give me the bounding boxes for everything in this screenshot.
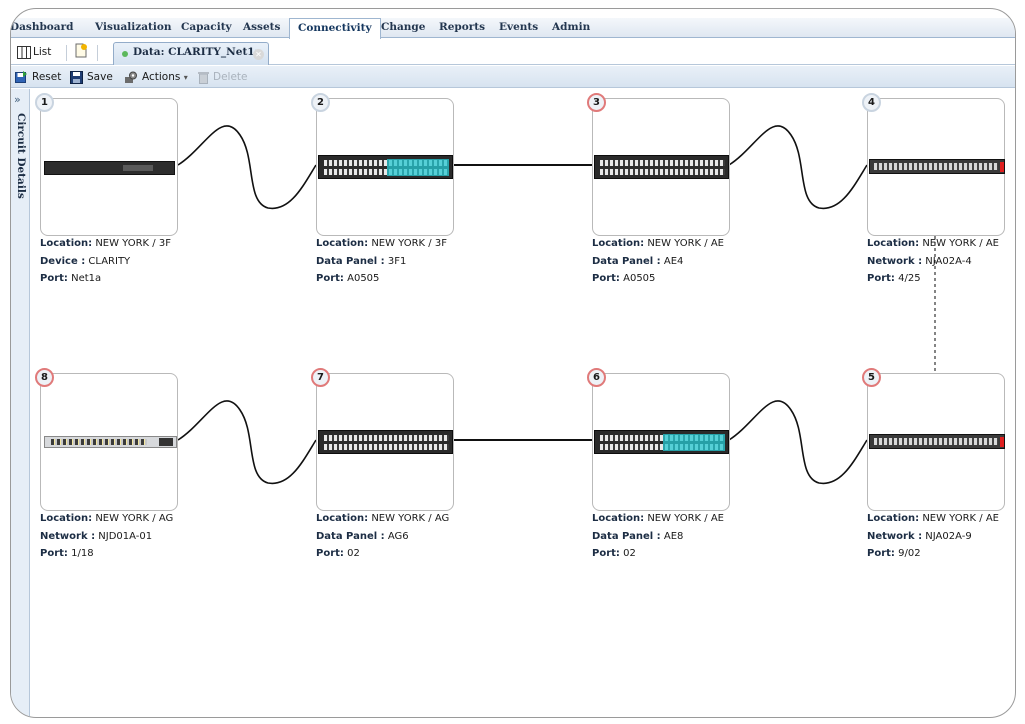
save-button[interactable]: Save xyxy=(70,68,113,86)
circuit-node-7[interactable]: 7 xyxy=(311,368,454,511)
circuit-node-4[interactable]: 4 xyxy=(862,93,1005,236)
nav-connectivity[interactable]: Connectivity xyxy=(289,18,381,39)
network-switch-icon xyxy=(44,436,177,448)
step-badge: 2 xyxy=(311,93,330,112)
toolbar: Reset Save Actions ▾ Delete xyxy=(11,66,1015,88)
status-dot-icon xyxy=(122,51,128,57)
circuit-node-2[interactable]: 2 xyxy=(311,93,454,236)
nav-assets[interactable]: Assets xyxy=(243,18,280,38)
step-badge: 4 xyxy=(862,93,881,112)
network-switch-icon xyxy=(869,434,1005,449)
close-icon[interactable]: ✕ xyxy=(253,49,264,60)
step-badge: 3 xyxy=(587,93,606,112)
node-7-details: Location: NEW YORK / AG Data Panel : AG6… xyxy=(316,513,450,559)
server-icon xyxy=(44,161,175,175)
circuit-node-8[interactable]: 8 xyxy=(35,368,178,511)
top-nav: Dashboard Visualization Capacity Assets … xyxy=(11,18,1015,39)
tab-label: Data: CLARITY_Net1a xyxy=(133,46,262,58)
save-label: Save xyxy=(87,71,113,83)
nav-dashboard[interactable]: Dashboard xyxy=(11,18,73,38)
patch-panel-icon xyxy=(318,155,453,179)
list-view-button[interactable]: List xyxy=(17,43,51,61)
list-label: List xyxy=(33,46,52,58)
actions-label: Actions xyxy=(142,71,181,83)
step-badge: 5 xyxy=(862,368,881,387)
step-badge: 6 xyxy=(587,368,606,387)
delete-button[interactable]: Delete xyxy=(198,68,248,86)
panel-title: Circuit Details xyxy=(15,113,27,199)
node-8-details: Location: NEW YORK / AG Network : NJD01A… xyxy=(40,513,174,559)
reset-icon xyxy=(15,71,27,83)
nav-reports[interactable]: Reports xyxy=(439,18,485,38)
reset-label: Reset xyxy=(32,71,62,83)
patch-panel-icon xyxy=(318,430,453,454)
delete-label: Delete xyxy=(213,71,248,83)
node-4-details: Location: NEW YORK / AE Network : NJA02A… xyxy=(867,238,1000,284)
new-tab-button[interactable] xyxy=(74,43,88,61)
node-6-details: Location: NEW YORK / AE Data Panel : AE8… xyxy=(592,513,725,559)
node-2-details: Location: NEW YORK / 3F Data Panel : 3F1… xyxy=(316,238,447,284)
expand-icon[interactable]: » xyxy=(14,93,21,106)
node-1-details: Location: NEW YORK / 3F Device : CLARITY… xyxy=(40,238,171,284)
node-5-details: Location: NEW YORK / AE Network : NJA02A… xyxy=(867,513,1000,559)
patch-panel-icon xyxy=(594,155,729,179)
circuit-node-3[interactable]: 3 xyxy=(587,93,730,236)
nav-change[interactable]: Change xyxy=(381,18,425,38)
nav-admin[interactable]: Admin xyxy=(552,18,590,38)
tab-circuit-data[interactable]: Data: CLARITY_Net1a ✕ xyxy=(113,42,269,65)
floppy-icon xyxy=(70,70,83,84)
tab-strip: List Data: CLARITY_Net1a ✕ xyxy=(11,39,1015,65)
chevron-down-icon: ▾ xyxy=(183,73,188,82)
actions-button[interactable]: Actions ▾ xyxy=(124,68,188,86)
divider xyxy=(97,45,98,61)
step-badge: 7 xyxy=(311,368,330,387)
nav-events[interactable]: Events xyxy=(499,18,538,38)
step-badge: 8 xyxy=(35,368,54,387)
grid-icon xyxy=(17,45,31,59)
circuit-details-panel[interactable]: » Circuit Details xyxy=(11,89,30,717)
gear-icon xyxy=(125,71,137,83)
reset-button[interactable]: Reset xyxy=(15,68,61,86)
new-doc-icon xyxy=(75,43,87,58)
circuit-node-1[interactable]: 1 xyxy=(35,93,178,236)
patch-panel-icon xyxy=(594,430,729,454)
divider xyxy=(66,45,67,61)
network-switch-icon xyxy=(869,159,1005,174)
circuit-node-5[interactable]: 5 xyxy=(862,368,1005,511)
circuit-node-6[interactable]: 6 xyxy=(587,368,730,511)
trash-icon xyxy=(198,71,209,84)
nav-capacity[interactable]: Capacity xyxy=(181,18,232,38)
nav-visualization[interactable]: Visualization xyxy=(95,18,172,38)
node-3-details: Location: NEW YORK / AE Data Panel : AE4… xyxy=(592,238,725,284)
step-badge: 1 xyxy=(35,93,54,112)
